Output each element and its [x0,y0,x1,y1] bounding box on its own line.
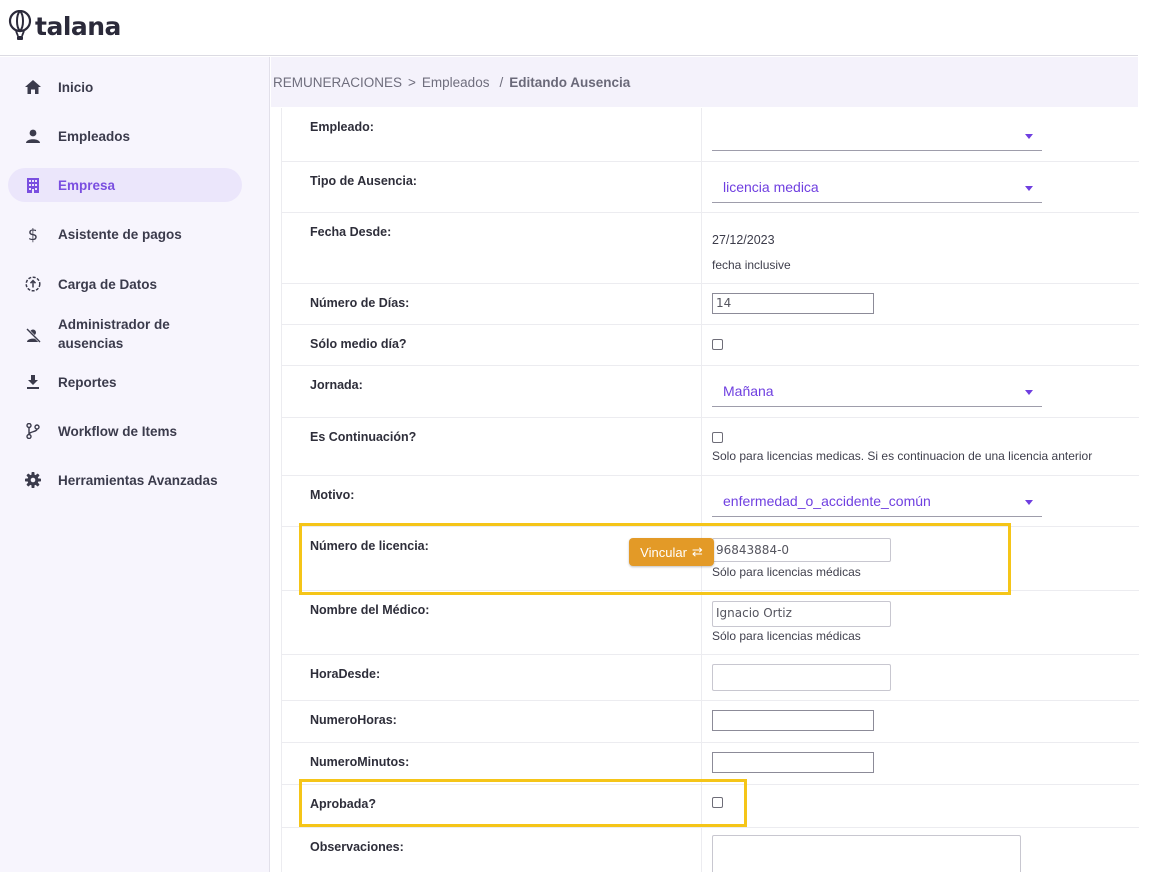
label-hora-desde: HoraDesde: [310,667,381,681]
chevron-down-icon [1025,390,1033,395]
sidebar-item-label: Herramientas Avanzadas [58,472,218,488]
fecha-desde-help: fecha inclusive [712,258,791,272]
solo-medio-dia-checkbox[interactable] [712,339,723,350]
vincular-button[interactable]: Vincular ⇄ [629,538,714,566]
label-fecha-desde: Fecha Desde: [310,225,392,239]
label-nombre-medico: Nombre del Médico: [310,603,430,617]
jornada-value: Mañana [723,383,774,399]
absence-form: Empleado: Tipo de Ausencia: licencia med… [281,108,1139,872]
label-numero-horas: NumeroHoras: [310,713,397,727]
numero-horas-input[interactable] [712,710,874,731]
person-icon [24,127,42,145]
tipo-ausencia-select[interactable]: licencia medica [712,173,1042,203]
numero-dias-input[interactable]: 14 [712,293,874,314]
sidebar-item-empleados[interactable]: Empleados [8,119,242,153]
label-numero-dias: Número de Días: [310,296,410,310]
upload-circle-icon [24,275,42,293]
breadcrumb-separator: / [499,75,504,90]
row-numero-dias: Número de Días: 14 [282,284,1139,325]
sidebar-item-asistente-pagos[interactable]: $ Asistente de pagos [8,217,242,251]
label-tipo-ausencia: Tipo de Ausencia: [310,174,417,188]
breadcrumb-root[interactable]: REMUNERACIONES [273,75,402,90]
sidebar-item-label: Reportes [58,374,117,390]
sidebar-item-label: Empleados [58,128,131,144]
sidebar-item-carga-datos[interactable]: Carga de Datos [8,267,242,301]
empleado-select[interactable] [712,121,1042,151]
row-tipo-ausencia: Tipo de Ausencia: licencia medica [282,162,1139,213]
label-jornada: Jornada: [310,378,363,392]
sidebar-item-inicio[interactable]: Inicio [8,70,242,104]
numero-licencia-help: Sólo para licencias médicas [712,565,861,579]
label-es-continuacion: Es Continuación? [310,430,417,444]
row-solo-medio-dia: Sólo medio día? [282,325,1139,366]
sidebar-item-label: Carga de Datos [58,276,158,292]
building-icon [24,176,42,194]
sidebar-item-label-line1: Administrador de [58,317,170,332]
label-observaciones: Observaciones: [310,840,404,854]
label-motivo: Motivo: [310,488,355,502]
observaciones-textarea[interactable] [712,835,1021,872]
gear-icon [24,471,42,489]
es-continuacion-help: Solo para licencias medicas. Si es conti… [712,449,1093,463]
sidebar-item-administrador-ausencias[interactable]: Administrador de ausencias [8,315,242,355]
sidebar: Inicio Empleados Empresa $ Asistente de … [0,57,270,872]
sidebar-item-empresa[interactable]: Empresa [8,168,242,202]
motivo-select[interactable]: enfermedad_o_accidente_común [712,487,1042,517]
label-aprobada: Aprobada? [310,797,376,811]
sidebar-item-label: Asistente de pagos [58,226,182,242]
talana-logo[interactable]: talana [8,10,121,42]
motivo-value: enfermedad_o_accidente_común [723,493,931,509]
row-fecha-desde: Fecha Desde: 27/12/2023 fecha inclusive [282,213,1139,284]
sidebar-item-label-line2: ausencias [58,336,124,351]
sidebar-item-reportes[interactable]: Reportes [8,365,242,399]
row-motivo: Motivo: enfermedad_o_accidente_común [282,476,1139,527]
download-icon [24,373,42,391]
numero-minutos-input[interactable] [712,752,874,773]
dollar-icon: $ [27,224,39,244]
person-off-icon [24,326,42,344]
sidebar-item-label: Inicio [58,79,94,95]
chevron-down-icon [1025,134,1033,139]
breadcrumb-bar: REMUNERACIONES > Empleados / Editando Ausenc… [271,57,1138,107]
es-continuacion-checkbox[interactable] [712,432,723,443]
row-nombre-medico: Nombre del Médico: Ignacio Ortiz Sólo pa… [282,591,1139,655]
breadcrumb-current: Editando Ausencia [509,75,631,90]
label-empleado: Empleado: [310,120,374,134]
breadcrumb: REMUNERACIONES > Empleados / Editando Ausenc… [273,75,630,90]
aprobada-checkbox[interactable] [712,797,723,808]
row-numero-minutos: NumeroMinutos: [282,743,1139,785]
sidebar-item-workflow[interactable]: Workflow de Items [8,414,242,448]
row-numero-horas: NumeroHoras: [282,701,1139,743]
row-observaciones: Observaciones: [282,828,1139,872]
home-icon [24,78,42,96]
nombre-medico-help: Sólo para licencias médicas [712,629,861,643]
label-solo-medio-dia: Sólo medio día? [310,337,407,351]
breadcrumb-separator: > [408,75,416,90]
sidebar-item-herramientas[interactable]: Herramientas Avanzadas [8,463,242,497]
numero-licencia-input[interactable]: 96843884-0 [712,538,891,562]
breadcrumb-section[interactable]: Empleados [422,75,490,90]
nombre-medico-input[interactable]: Ignacio Ortiz [712,601,891,627]
label-numero-minutos: NumeroMinutos: [310,755,410,769]
row-empleado: Empleado: [282,108,1139,162]
row-aprobada: Aprobada? [282,785,1139,828]
chevron-down-icon [1025,500,1033,505]
fecha-desde-value[interactable]: 27/12/2023 [712,233,775,247]
top-header: talana [0,0,1138,56]
hora-desde-input[interactable] [712,664,891,691]
row-hora-desde: HoraDesde: [282,655,1139,701]
balloon-icon [8,10,32,40]
sidebar-item-label: Empresa [58,177,116,193]
vincular-label: Vincular [640,544,687,560]
label-numero-licencia: Número de licencia: [310,539,429,553]
chevron-down-icon [1025,186,1033,191]
tipo-ausencia-value: licencia medica [723,179,819,195]
sidebar-item-label: Workflow de Items [58,423,178,439]
row-es-continuacion: Es Continuación? Solo para licencias med… [282,418,1139,476]
branch-icon [24,422,42,440]
swap-icon: ⇄ [691,544,703,559]
brand-name: talana [35,11,121,41]
jornada-select[interactable]: Mañana [712,377,1042,407]
row-jornada: Jornada: Mañana [282,366,1139,418]
